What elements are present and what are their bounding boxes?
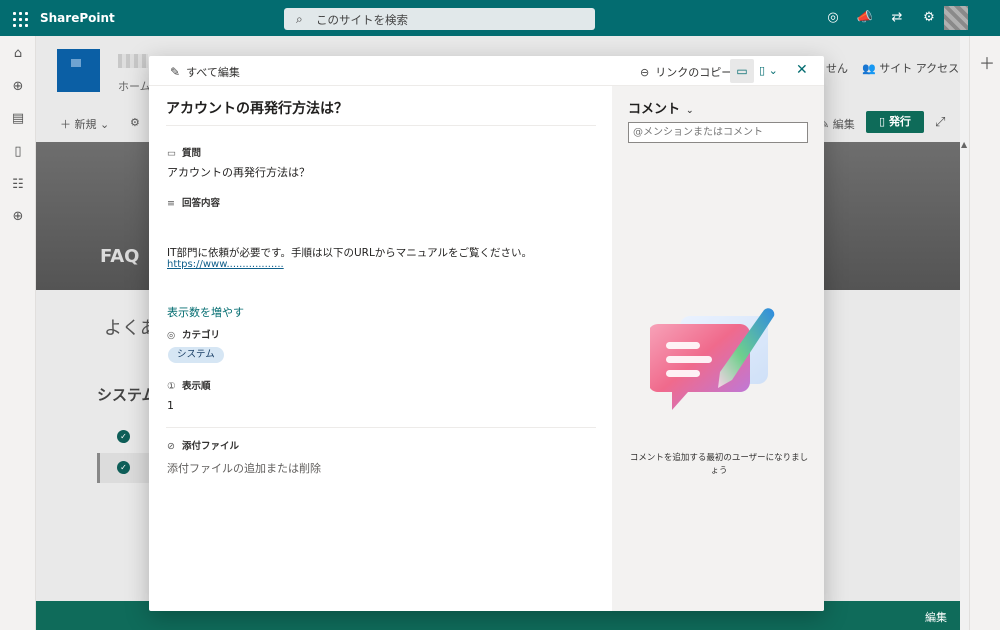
- dialog-toolbar: ✎ すべて編集 ⊖ リンクのコピー ▭ ▯ ⌄ ✕: [149, 56, 824, 86]
- question-field-label: ▭ 質問: [167, 145, 201, 159]
- chevron-down-icon: ⌄: [686, 106, 694, 116]
- edit-command[interactable]: ✎ 編集: [820, 116, 855, 132]
- edit-all-label: すべて編集: [186, 66, 240, 79]
- site-access-link[interactable]: 👥 サイト アクセス: [862, 60, 959, 76]
- home-icon[interactable]: ⌂: [10, 46, 26, 62]
- check-icon: ✓: [117, 430, 130, 443]
- item-title[interactable]: アカウントの再発行方法は？: [166, 98, 348, 118]
- answer-url-link[interactable]: https://www..................: [167, 259, 284, 270]
- add-icon[interactable]: ＋: [979, 50, 995, 74]
- close-icon: ✕: [796, 62, 808, 78]
- edit-all-button[interactable]: ✎ すべて編集: [170, 64, 240, 80]
- search-placeholder: このサイトを検索: [316, 13, 408, 27]
- site-logo: [57, 49, 100, 92]
- view-options-button[interactable]: ▯ ⌄: [759, 64, 778, 77]
- gear-icon[interactable]: ⚙: [130, 116, 140, 129]
- answer-field-value[interactable]: IT部門に依頼が必要です。手順は以下のURLからマニュアルをご覧ください。: [167, 245, 532, 260]
- expand-icon[interactable]: ⤢: [935, 115, 945, 130]
- multiline-text-icon: ≡: [167, 198, 175, 209]
- news-icon[interactable]: ▤: [10, 111, 26, 127]
- right-rail: ＋ ⚙: [969, 36, 1000, 630]
- copy-link-button[interactable]: ⊖ リンクのコピー: [640, 64, 732, 80]
- comments-header[interactable]: コメント ⌄: [628, 98, 694, 117]
- category-label-text: カテゴリ: [182, 330, 221, 341]
- footer-edit-link[interactable]: 編集: [925, 609, 947, 625]
- megaphone-icon[interactable]: 📣: [856, 9, 874, 27]
- number-icon: ①: [167, 381, 176, 392]
- site-access-label: サイト アクセス: [879, 62, 960, 75]
- nav-home[interactable]: ホーム: [118, 78, 151, 94]
- avatar[interactable]: [944, 6, 968, 30]
- item-fields-pane: アカウントの再発行方法は？ ▭ 質問 アカウントの再発行方法は？ ≡ 回答内容 IT…: [149, 86, 612, 611]
- close-button[interactable]: ✕: [796, 62, 808, 78]
- app-launcher-icon[interactable]: [8, 6, 32, 30]
- comments-title: コメント: [628, 102, 681, 117]
- paperclip-icon: ⊘: [167, 441, 175, 452]
- divider: [166, 427, 596, 428]
- copilot-icon[interactable]: ◎: [824, 9, 842, 27]
- publish-label: 発行: [888, 115, 911, 128]
- create-icon[interactable]: ⊕: [10, 209, 26, 225]
- search-box[interactable]: ⌕ このサイトを検索: [284, 8, 595, 30]
- comments-toggle-button[interactable]: ▭: [730, 59, 754, 83]
- comment-input[interactable]: [628, 122, 808, 143]
- divider: [166, 125, 596, 126]
- attachment-label-text: 添付ファイル: [182, 441, 240, 452]
- category-heading: システム: [97, 386, 157, 404]
- header-text-fragment: せん: [826, 62, 848, 75]
- comment-icon: ▭: [736, 64, 748, 78]
- text-field-icon: ▭: [167, 148, 176, 159]
- share-icon[interactable]: ⇄: [888, 9, 906, 27]
- new-command[interactable]: ＋ 新規 ⌄: [60, 116, 109, 132]
- file-icon[interactable]: ▯: [10, 144, 26, 160]
- attachment-field-label: ⊘ 添付ファイル: [167, 438, 239, 452]
- publish-button[interactable]: ▯ 発行: [866, 111, 924, 133]
- link-icon: ⊖: [640, 66, 650, 79]
- copy-link-label: リンクのコピー: [655, 66, 733, 79]
- category-pill[interactable]: システム: [168, 347, 224, 363]
- question-field-value[interactable]: アカウントの再発行方法は？: [167, 164, 310, 180]
- choice-icon: ◎: [167, 330, 176, 341]
- order-field-label: ① 表示順: [167, 378, 211, 392]
- lists-icon[interactable]: ☷: [10, 177, 26, 193]
- app-bar: ⌂ ⊕ ▤ ▯ ☷ ⊕: [0, 36, 36, 630]
- show-more-link[interactable]: 表示数を増やす: [167, 304, 244, 320]
- category-field-label: ◎ カテゴリ: [167, 327, 220, 341]
- question-label-text: 質問: [182, 148, 202, 159]
- scroll-up-icon[interactable]: ▲: [961, 140, 967, 149]
- hero-title: FAQ: [100, 246, 140, 267]
- comment-illustration-icon: [650, 308, 775, 410]
- list-item-selected[interactable]: ✓: [97, 453, 149, 483]
- globe-icon[interactable]: ⊕: [10, 79, 26, 95]
- chevron-down-icon: ⌄: [768, 64, 778, 77]
- answer-label-text: 回答内容: [182, 198, 221, 209]
- order-field-value[interactable]: 1: [167, 399, 174, 412]
- list-item[interactable]: ✓: [97, 423, 149, 449]
- item-detail-dialog: ✎ すべて編集 ⊖ リンクのコピー ▭ ▯ ⌄ ✕ アカウントの再発行方法は？ ▭ 質…: [149, 56, 824, 611]
- new-label: 新規: [74, 118, 97, 131]
- comments-empty-message: コメントを追加する最初のユーザーになりましょう: [629, 453, 809, 476]
- order-label-text: 表示順: [182, 381, 211, 392]
- comments-pane: コメント ⌄ @メンションまたはコメント コメントを追加する最初のユーザーになり…: [612, 86, 824, 611]
- view-icon: ▯: [759, 64, 766, 77]
- check-icon: ✓: [117, 461, 130, 474]
- settings-icon[interactable]: ⚙: [920, 9, 938, 27]
- answer-field-label: ≡ 回答内容: [167, 195, 220, 209]
- search-icon: ⌕: [296, 12, 303, 26]
- site-name-blurred: [118, 54, 148, 68]
- pencil-icon: ✎: [170, 65, 181, 79]
- suite-bar: SharePoint ⌕ このサイトを検索 ◎ 📣 ⇄ ⚙ ?: [0, 0, 1000, 36]
- brand-name[interactable]: SharePoint: [40, 11, 115, 25]
- add-attachment-link[interactable]: 添付ファイルの追加または削除: [167, 460, 321, 476]
- edit-label: 編集: [832, 118, 855, 131]
